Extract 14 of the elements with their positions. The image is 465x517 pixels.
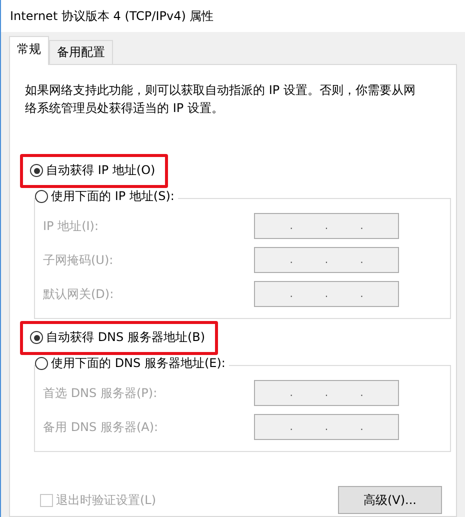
tab[interactable]: 备用配置 bbox=[49, 40, 113, 64]
field-label: 子网掩码(U): bbox=[43, 252, 114, 268]
radio-circle-icon[interactable] bbox=[35, 190, 48, 203]
advanced-button[interactable]: 高级(V)... bbox=[338, 486, 442, 514]
description-text: 如果网络支持此功能，则可以获取自动指派的 IP 设置。否则，你需要从网络系统管理员处获得适当的 IP 设置。 bbox=[25, 82, 416, 117]
field-label: 首选 DNS 服务器(P): bbox=[43, 384, 158, 402]
radio-circle-icon[interactable] bbox=[30, 164, 43, 177]
field-label: 备用 DNS 服务器(A): bbox=[43, 418, 158, 436]
window-title: Internet 协议版本 4 (TCP/IPv4) 属性 bbox=[10, 8, 214, 24]
field-label: 默认网关(D): bbox=[43, 286, 114, 302]
radio-circle-icon[interactable] bbox=[35, 357, 48, 370]
field-label: IP 地址(I): bbox=[43, 218, 99, 234]
radio-circle-icon[interactable] bbox=[30, 331, 43, 344]
tab[interactable]: 常规 bbox=[9, 36, 49, 65]
